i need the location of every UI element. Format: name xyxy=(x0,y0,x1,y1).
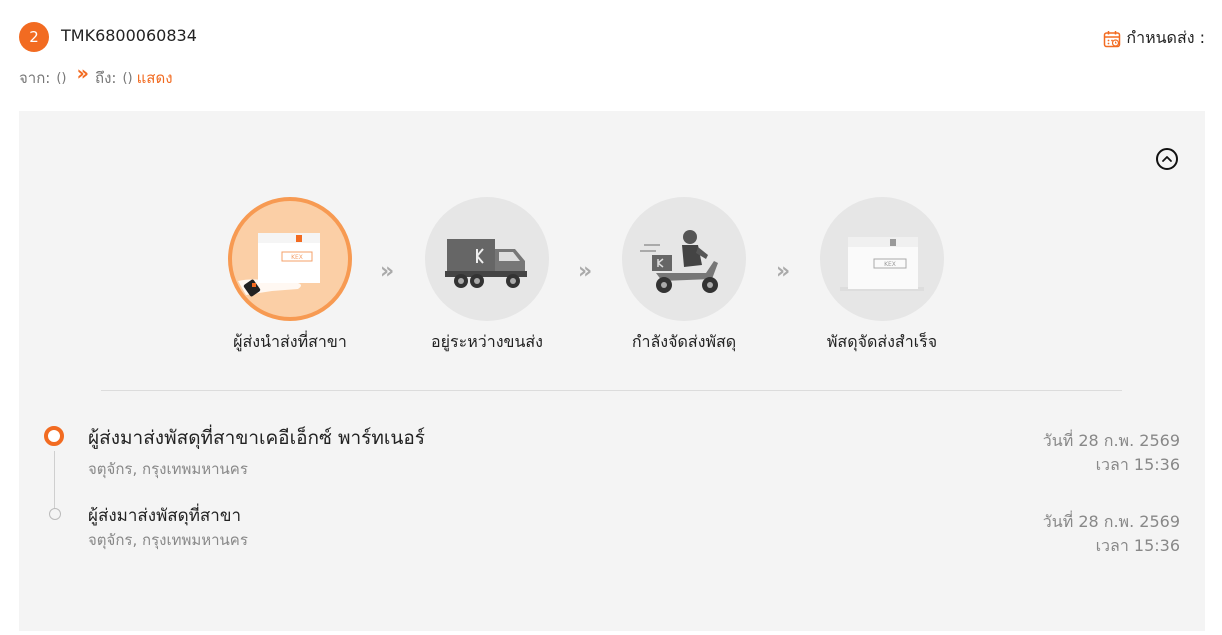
timeline-active-dot xyxy=(44,426,64,446)
step-label: อยู่ระหว่างขนส่ง xyxy=(431,332,543,351)
chevron-right-icon: » xyxy=(776,259,791,284)
shipment-header: 2 TMK6800060834 กำหนดส่ง : xyxy=(19,21,1205,52)
box-brand-text: KEX xyxy=(884,261,896,268)
due-date: กำหนดส่ง : xyxy=(1103,26,1205,51)
item-number-badge: 2 xyxy=(19,22,49,52)
scooter-courier-icon xyxy=(622,197,746,321)
step-label: ผู้ส่งนำส่งที่สาขา xyxy=(233,332,347,351)
event-date: วันที่ 28 ก.พ. 2569 xyxy=(1042,431,1180,450)
to-value: () xyxy=(122,70,133,86)
step-label: กำลังจัดส่งพัสดุ xyxy=(631,332,737,351)
step-label: พัสดุจัดส่งสำเร็จ xyxy=(826,332,938,351)
step-out-for-delivery: กำลังจัดส่งพัสดุ xyxy=(594,197,774,355)
from-label: จาก: xyxy=(19,69,51,87)
event-time: เวลา 15:36 xyxy=(1095,455,1180,474)
delivered-box-icon: KEX xyxy=(820,197,944,321)
event-date: วันที่ 28 ก.พ. 2569 xyxy=(1042,512,1180,531)
calendar-icon xyxy=(1104,30,1121,47)
event-time: เวลา 15:36 xyxy=(1095,536,1180,555)
truck-icon xyxy=(425,197,549,321)
tracking-number: TMK6800060834 xyxy=(61,26,197,45)
divider xyxy=(101,390,1122,391)
collapse-button[interactable] xyxy=(1156,148,1178,170)
chevron-right-icon: » xyxy=(578,259,593,284)
from-value: () xyxy=(56,70,67,86)
step-delivered: KEX พัสดุจัดส่งสำเร็จ xyxy=(792,197,972,355)
parcel-hand-icon: KEX xyxy=(228,197,352,321)
double-chevron-icon: ›› xyxy=(76,61,90,85)
due-label: กำหนดส่ง : xyxy=(1126,28,1205,47)
event-title: ผู้ส่งมาส่งพัสดุที่สาขาเคอีเอ็กซ์ พาร์ทเ… xyxy=(88,427,425,449)
event-location: จตุจักร, กรุงเทพมหานคร xyxy=(88,531,248,549)
timeline-line xyxy=(54,451,55,509)
timeline-dot xyxy=(49,508,61,520)
tracking-panel: KEX ผู้ส่งนำส่งที่สาขา » อยู่ระหว่างขนส่… xyxy=(19,111,1205,631)
chevron-up-icon xyxy=(1162,156,1172,162)
to-label: ถึง: xyxy=(95,69,117,87)
box-brand-text: KEX xyxy=(291,254,303,261)
step-in-transit: อยู่ระหว่างขนส่ง xyxy=(397,197,577,355)
event-title: ผู้ส่งมาส่งพัสดุที่สาขา xyxy=(88,506,241,526)
chevron-right-icon: » xyxy=(380,259,395,284)
event-location: จตุจักร, กรุงเทพมหานคร xyxy=(88,460,248,478)
step-dropped-off: KEX ผู้ส่งนำส่งที่สาขา xyxy=(200,197,380,355)
route-info: จาก: () ›› ถึง: () แสดง xyxy=(19,61,179,90)
show-link[interactable]: แสดง xyxy=(137,66,173,90)
